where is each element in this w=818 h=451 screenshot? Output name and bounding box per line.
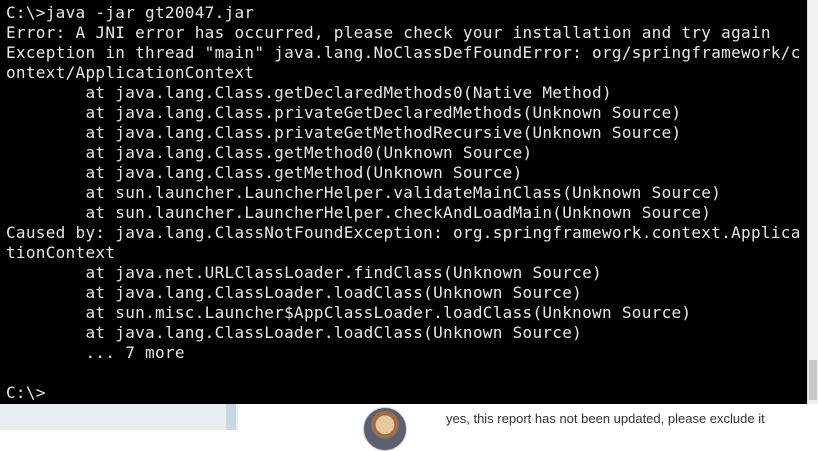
console-window[interactable]: C:\>java -jar gt20047.jar Error: A JNI e…: [0, 0, 807, 404]
console-line: at sun.launcher.LauncherHelper.validateM…: [6, 183, 722, 202]
console-line: at java.lang.Class.getMethod0(Unknown So…: [6, 143, 533, 162]
background-panel-accent: [226, 404, 236, 430]
console-line: C:\>java -jar gt20047.jar: [6, 3, 255, 22]
console-prompt[interactable]: C:\>: [6, 383, 807, 403]
console-line: ... 7 more: [6, 343, 185, 362]
console-line: Error: A JNI error has occurred, please …: [6, 23, 771, 42]
console-line: at java.lang.Class.getDeclaredMethods0(N…: [6, 83, 612, 102]
console-line: at java.lang.Class.getMethod(Unknown Sou…: [6, 163, 523, 182]
console-line: at java.lang.ClassLoader.loadClass(Unkno…: [6, 283, 583, 302]
comment-text: yes, this report has not been updated, p…: [446, 411, 765, 426]
user-avatar-icon[interactable]: [363, 407, 407, 451]
console-line: Exception in thread "main" java.lang.NoC…: [6, 43, 801, 62]
scrollbar-thumb[interactable]: [809, 360, 817, 400]
console-line: tionContext: [6, 243, 116, 262]
console-line: at sun.misc.Launcher$AppClassLoader.load…: [6, 303, 692, 322]
console-line: at java.lang.Class.privateGetDeclaredMet…: [6, 103, 682, 122]
console-line: at java.lang.ClassLoader.loadClass(Unkno…: [6, 323, 583, 342]
console-line: ontext/ApplicationContext: [6, 63, 255, 82]
console-line: at sun.launcher.LauncherHelper.checkAndL…: [6, 203, 712, 222]
console-line: Caused by: java.lang.ClassNotFoundExcept…: [6, 223, 801, 242]
console-line: at java.net.URLClassLoader.findClass(Unk…: [6, 263, 602, 282]
background-panel: [0, 404, 238, 430]
console-scrollbar[interactable]: [807, 0, 818, 404]
console-line: at java.lang.Class.privateGetMethodRecur…: [6, 123, 682, 142]
